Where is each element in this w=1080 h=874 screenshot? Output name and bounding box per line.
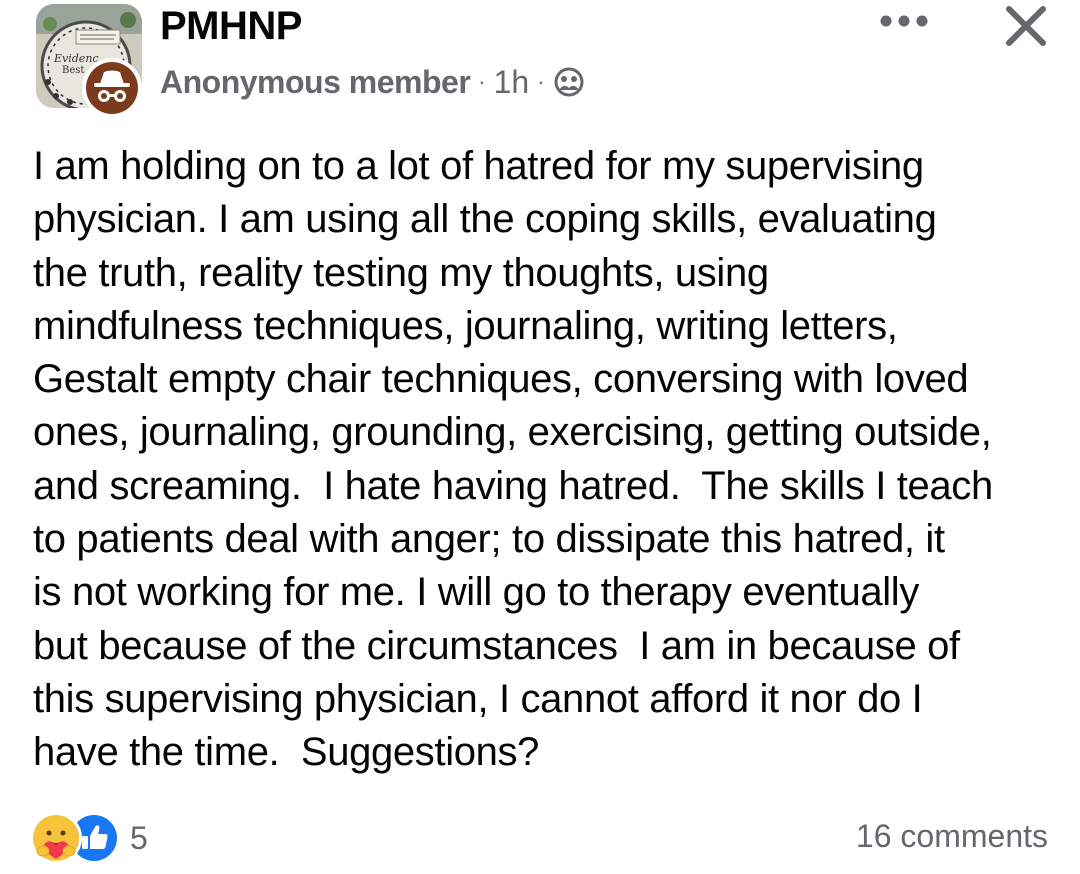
post-meta: Anonymous member · 1h · (160, 60, 585, 104)
group-name[interactable]: PMHNP (160, 2, 302, 50)
more-horizontal-icon (880, 15, 928, 27)
reactions-summary[interactable]: 5 (30, 812, 148, 864)
comments-count-link[interactable]: 16 comments (856, 818, 1048, 855)
post-text: I am holding on to a lot of hatred for m… (33, 144, 993, 775)
group-avatar-text-2: Best (62, 65, 84, 76)
group-members-icon (553, 66, 585, 98)
care-reaction-icon (30, 812, 82, 864)
anonymous-incognito-icon (86, 62, 138, 114)
post-time[interactable]: 1h (494, 64, 530, 101)
anonymous-member-avatar[interactable] (82, 58, 142, 118)
meta-separator: · (537, 69, 545, 94)
more-options-button[interactable] (876, 6, 932, 36)
close-icon (1006, 6, 1046, 46)
author-name[interactable]: Anonymous member (160, 64, 471, 101)
close-button[interactable] (1004, 4, 1048, 48)
reaction-count: 5 (130, 819, 148, 856)
group-avatar-text-1: Evidenc (53, 52, 99, 65)
meta-separator: · (478, 69, 486, 94)
